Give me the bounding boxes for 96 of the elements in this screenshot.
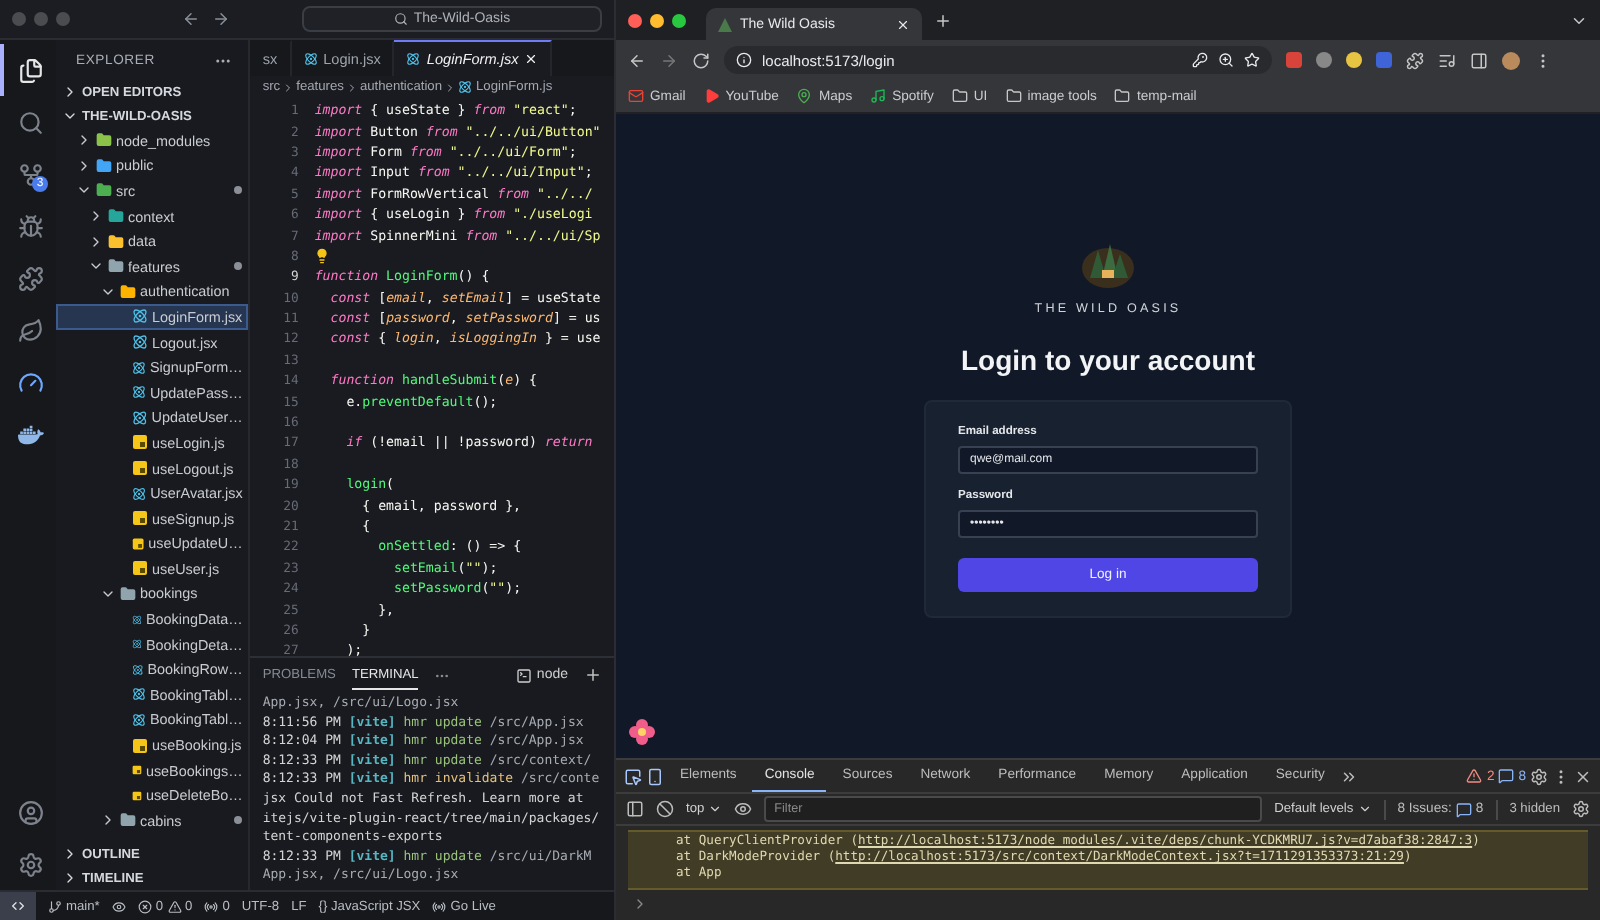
antenna-icon — [204, 899, 219, 913]
key-icon[interactable] — [1192, 52, 1208, 68]
play-icon — [703, 88, 720, 104]
files-icon — [17, 57, 43, 83]
new-tab-icon[interactable] — [934, 11, 952, 29]
caret-icon — [1357, 802, 1372, 816]
map-pin-icon — [796, 88, 813, 104]
folder-icon — [951, 88, 968, 104]
more-tabs-icon[interactable] — [1340, 767, 1359, 785]
device-icon[interactable] — [646, 767, 664, 785]
close-icon[interactable] — [1574, 767, 1592, 785]
message-icon — [1498, 768, 1515, 784]
eye-icon[interactable] — [111, 899, 126, 913]
atom-icon — [132, 636, 142, 653]
chevron-right-icon[interactable] — [76, 157, 92, 174]
folder-icon — [1005, 88, 1022, 104]
atom-icon — [132, 409, 148, 426]
atom-icon — [132, 611, 142, 628]
settings-icon[interactable] — [1572, 800, 1590, 818]
file-icon — [132, 762, 142, 779]
prompt-icon[interactable] — [632, 895, 648, 912]
close-window-button[interactable] — [628, 13, 642, 27]
bug-icon — [17, 213, 43, 239]
chevron-right-icon[interactable] — [76, 132, 92, 149]
atom-icon — [132, 686, 146, 703]
chevron-right-icon[interactable] — [62, 846, 78, 862]
folder-icon — [1114, 88, 1131, 104]
whale-icon — [17, 421, 43, 447]
music-icon — [870, 88, 887, 104]
tree-icon — [718, 17, 732, 31]
settings-icon — [17, 851, 43, 877]
leaf-icon — [17, 317, 43, 343]
puzzle-icon — [17, 265, 43, 291]
info-icon — [736, 52, 752, 68]
chevron-right-icon[interactable] — [88, 233, 104, 250]
branch-icon — [17, 161, 43, 187]
message-icon — [1455, 801, 1472, 817]
antenna-icon — [432, 899, 447, 913]
side-panel-icon[interactable] — [1470, 51, 1488, 69]
forward-icon[interactable] — [212, 10, 230, 28]
chevron-right-icon[interactable] — [62, 84, 78, 100]
warning-icon — [167, 899, 182, 913]
sidebar-toggle-icon[interactable] — [626, 800, 644, 818]
file-icon — [132, 560, 148, 577]
media-icon[interactable] — [1438, 51, 1456, 69]
eye-icon[interactable] — [734, 800, 753, 818]
chevron-down-icon[interactable] — [62, 108, 78, 124]
branch-icon — [48, 899, 62, 913]
add-icon[interactable] — [584, 666, 602, 684]
back-icon[interactable] — [628, 51, 646, 69]
chevron-right-icon[interactable] — [100, 812, 116, 829]
caret-icon — [708, 802, 723, 816]
file-icon — [132, 535, 145, 552]
maximize-window-button[interactable] — [672, 13, 686, 27]
reload-icon[interactable] — [692, 51, 710, 69]
settings-icon[interactable] — [1530, 767, 1548, 785]
remote-icon — [10, 898, 26, 914]
separator-icon — [345, 81, 358, 93]
file-icon — [132, 787, 142, 804]
atom-icon — [132, 711, 146, 728]
warning-icon — [1466, 768, 1483, 784]
file-icon — [132, 510, 148, 527]
flower-icon[interactable] — [628, 718, 656, 746]
atom-icon — [132, 334, 148, 351]
forward-icon[interactable] — [660, 51, 678, 69]
atom-icon — [132, 661, 144, 678]
chevron-right-icon[interactable] — [88, 208, 104, 225]
page-heading: Login to your account — [961, 344, 1255, 376]
remote-button[interactable] — [0, 892, 36, 920]
back-icon[interactable] — [182, 10, 200, 28]
lightbulb-icon[interactable] — [314, 247, 331, 264]
separator-icon — [444, 81, 456, 93]
terminal-icon — [516, 667, 533, 683]
atom-icon — [132, 384, 146, 401]
atom-icon — [132, 308, 148, 325]
search-icon — [393, 12, 408, 26]
atom-icon — [132, 485, 147, 502]
file-icon — [132, 434, 148, 451]
avatar[interactable] — [1502, 51, 1520, 69]
person-icon — [17, 799, 43, 825]
mail-icon — [628, 88, 644, 104]
file-icon — [132, 460, 148, 477]
search-icon — [17, 109, 43, 135]
clear-icon[interactable] — [656, 800, 674, 818]
file-icon — [132, 737, 148, 754]
extensions-icon[interactable] — [1406, 51, 1424, 69]
chevron-right-icon[interactable] — [62, 870, 78, 886]
zoom-icon[interactable] — [1218, 52, 1234, 68]
gauge-icon — [17, 369, 43, 395]
atom-icon — [132, 359, 146, 376]
separator-icon — [282, 81, 295, 93]
minimize-window-button[interactable] — [650, 13, 664, 27]
atom-icon — [458, 80, 472, 94]
bookmark-star-icon[interactable] — [1244, 52, 1260, 68]
error-icon — [137, 899, 152, 913]
inspect-icon[interactable] — [624, 767, 642, 785]
